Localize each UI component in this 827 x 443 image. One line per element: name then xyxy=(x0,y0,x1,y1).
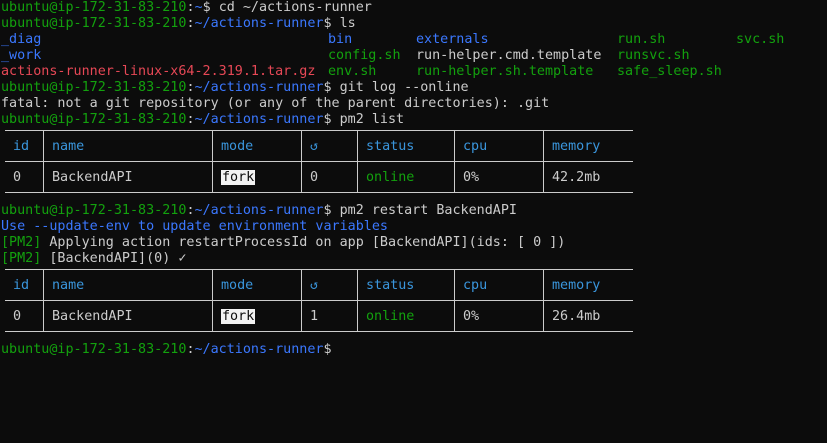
prompt-path: ~/actions-runner xyxy=(194,112,324,127)
pm2-applying-message: [PM2] Applying action restartProcessId o… xyxy=(1,235,827,251)
ls-entry-exec: svc.sh xyxy=(736,32,785,47)
prompt-user-host: ubuntu@ip-172-31-83-210 xyxy=(1,80,187,95)
pm2-tag: [PM2] xyxy=(1,235,42,250)
prompt-user-host: ubuntu@ip-172-31-83-210 xyxy=(1,342,187,357)
col-header-cpu: cpu xyxy=(454,269,544,301)
ls-entry-dir: _work xyxy=(1,48,42,63)
command-text: cd ~/actions-runner xyxy=(218,0,372,15)
cell-id: 0 xyxy=(13,308,22,324)
ls-entry-exec: env.sh xyxy=(328,64,377,79)
col-header-memory: memory xyxy=(543,269,633,301)
prompt-symbol: $ xyxy=(323,80,332,95)
ls-entry-exec: runsvc.sh xyxy=(617,48,690,63)
prompt-path: ~ xyxy=(194,0,203,15)
col-header-cpu: cpu xyxy=(454,130,544,162)
cell-mode: fork xyxy=(212,300,302,332)
ls-output-row: _diag bin externals run.sh svc.sh xyxy=(1,32,827,48)
command-text: pm2 restart BackendAPI xyxy=(339,203,517,218)
ls-entry-dir: bin xyxy=(328,32,353,47)
cell-restarts: 1 xyxy=(301,300,358,332)
ls-output-row: _work config.sh run-helper.cmd.template … xyxy=(1,48,827,64)
prompt-line-pm2-list: ubuntu@ip-172-31-83-210:~/actions-runner… xyxy=(1,112,405,127)
done-text: [BackendAPI](0) ✓ xyxy=(41,251,187,266)
prompt-user-host: ubuntu@ip-172-31-83-210 xyxy=(1,203,187,218)
update-env-warning: Use --update-env to update environment v… xyxy=(1,219,388,234)
prompt-symbol: $ xyxy=(323,16,332,31)
pm2-process-table-after-restart: id name mode ↺ status cpu memory 0 Backe… xyxy=(5,269,633,332)
col-header-name: name xyxy=(43,130,213,162)
ls-entry-dir: externals xyxy=(416,32,489,47)
prompt-line-ls: ubuntu@ip-172-31-83-210:~/actions-runner… xyxy=(1,16,356,31)
cell-restarts: 0 xyxy=(301,161,358,193)
cell-id: 0 xyxy=(13,169,22,185)
cell-memory: 26.4mb xyxy=(543,300,633,332)
table-row: 0 BackendAPI fork 0 online 0% 42.2mb xyxy=(5,161,633,193)
col-header-memory: memory xyxy=(543,130,633,162)
ls-entry-exec: safe_sleep.sh xyxy=(617,64,722,79)
prompt-path: ~/actions-runner xyxy=(194,16,324,31)
prompt-symbol: $ xyxy=(323,342,332,357)
prompt-symbol: $ xyxy=(323,112,332,127)
mode-badge: fork xyxy=(221,169,256,185)
pm2-tag: [PM2] xyxy=(1,251,42,266)
mode-badge: fork xyxy=(221,308,256,324)
cell-status: online xyxy=(357,300,455,332)
cell-name: BackendAPI xyxy=(43,161,213,193)
cell-mode: fork xyxy=(212,161,302,193)
col-header-id: id xyxy=(13,138,30,154)
terminal-window[interactable]: ubuntu@ip-172-31-83-210:~$ cd ~/actions-… xyxy=(0,0,827,443)
git-error-message: fatal: not a git repository (or any of t… xyxy=(1,96,550,111)
cell-cpu: 0% xyxy=(454,300,544,332)
cell-cpu: 0% xyxy=(454,161,544,193)
command-text: ls xyxy=(339,16,356,31)
ls-output-row: actions-runner-linux-x64-2.319.1.tar.gz … xyxy=(1,64,827,80)
col-header-mode: mode xyxy=(212,130,302,162)
prompt-symbol: $ xyxy=(323,203,332,218)
col-header-restarts: ↺ xyxy=(301,269,358,301)
prompt-user-host: ubuntu@ip-172-31-83-210 xyxy=(1,112,187,127)
cell-name: BackendAPI xyxy=(43,300,213,332)
prompt-line-git: ubuntu@ip-172-31-83-210:~/actions-runner… xyxy=(1,80,469,95)
pm2-process-table: id name mode ↺ status cpu memory 0 Backe… xyxy=(5,130,633,193)
prompt-line-current[interactable]: ubuntu@ip-172-31-83-210:~/actions-runner… xyxy=(1,342,827,358)
cell-status: online xyxy=(357,161,455,193)
pm2-table-header: id name mode ↺ status cpu memory xyxy=(5,269,633,301)
ls-entry-exec: run-helper.sh.template xyxy=(416,64,594,79)
prompt-path: ~/actions-runner xyxy=(194,203,324,218)
col-header-id: id xyxy=(13,277,30,293)
col-header-mode: mode xyxy=(212,269,302,301)
prompt-line-cd: ubuntu@ip-172-31-83-210:~$ cd ~/actions-… xyxy=(1,0,372,15)
ls-entry-exec: run.sh xyxy=(617,32,666,47)
col-header-status: status xyxy=(357,269,455,301)
prompt-line-pm2-restart: ubuntu@ip-172-31-83-210:~/actions-runner… xyxy=(1,203,517,218)
prompt-user-host: ubuntu@ip-172-31-83-210 xyxy=(1,16,187,31)
prompt-user-host: ubuntu@ip-172-31-83-210 xyxy=(1,0,187,15)
ls-entry-archive: actions-runner-linux-x64-2.319.1.tar.gz xyxy=(1,64,316,79)
col-header-status: status xyxy=(357,130,455,162)
prompt-symbol: $ xyxy=(202,0,211,15)
pm2-done-message: [PM2] [BackendAPI](0) ✓ xyxy=(1,251,827,267)
command-text: pm2 list xyxy=(339,112,405,127)
ls-entry-file: run-helper.cmd.template xyxy=(416,48,602,63)
prompt-path: ~/actions-runner xyxy=(194,80,324,95)
ls-entry-exec: config.sh xyxy=(328,48,401,63)
pm2-table-header: id name mode ↺ status cpu memory xyxy=(5,130,633,162)
applying-text: Applying action restartProcessId on app … xyxy=(41,235,566,250)
ls-entry-dir: _diag xyxy=(1,32,42,47)
command-text: git log --online xyxy=(339,80,469,95)
prompt-path: ~/actions-runner xyxy=(194,342,324,357)
col-header-restarts: ↺ xyxy=(301,130,358,162)
col-header-name: name xyxy=(43,269,213,301)
cell-memory: 42.2mb xyxy=(543,161,633,193)
table-row: 0 BackendAPI fork 1 online 0% 26.4mb xyxy=(5,300,633,332)
